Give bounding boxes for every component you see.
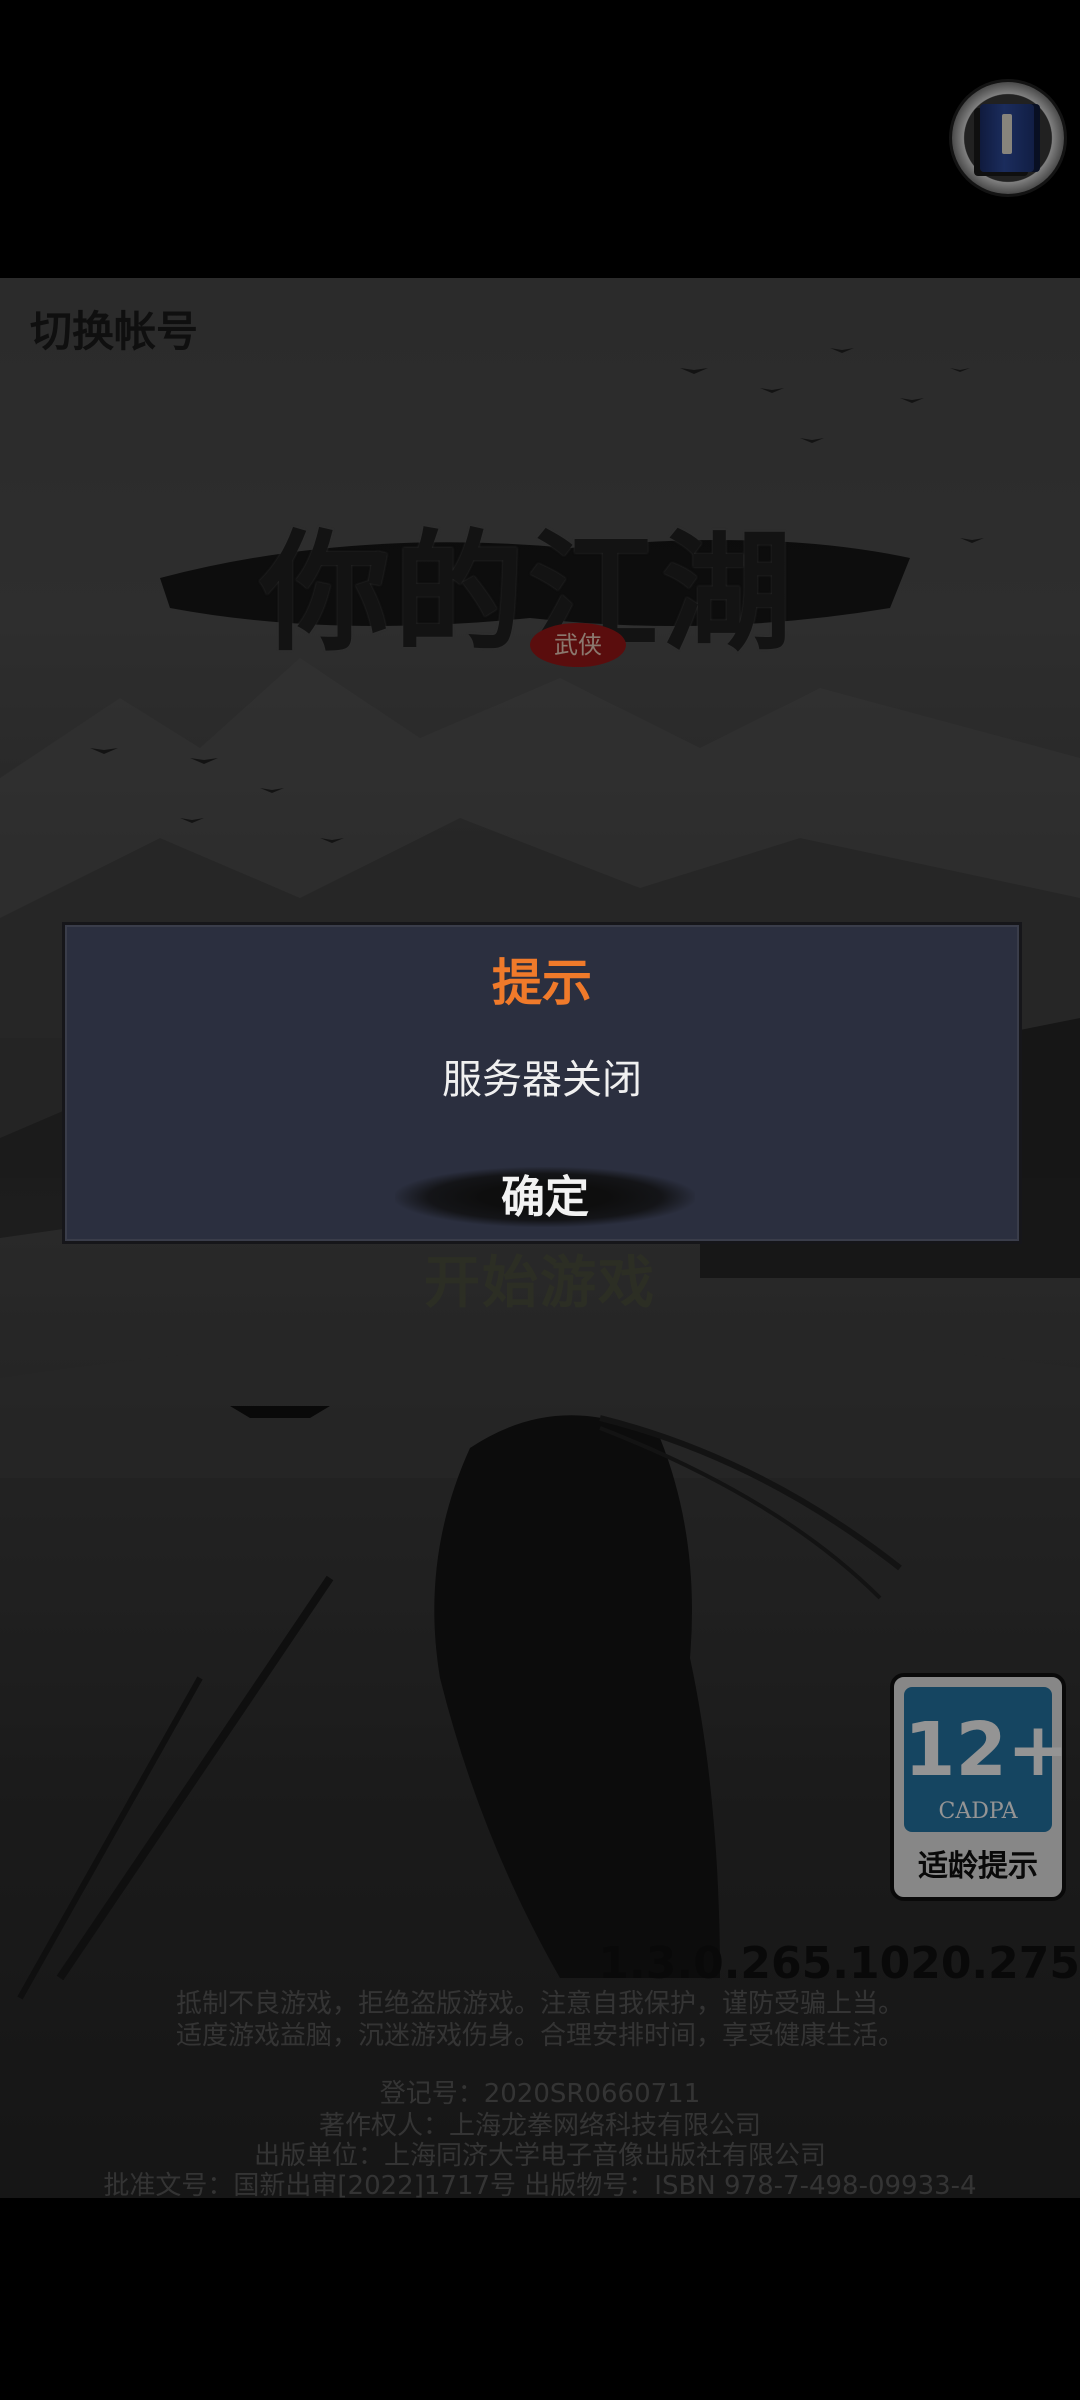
start-game-button[interactable]: 开始游戏 (0, 1238, 1080, 1319)
logo-title: 你的江湖 (260, 516, 797, 669)
confirm-button[interactable]: 确定 (395, 1167, 695, 1227)
book-icon[interactable] (952, 82, 1064, 194)
copyright-holder: 著作权人：上海龙拳网络科技有限公司 (318, 2111, 761, 2141)
anti-addiction-line-2: 适度游戏益脑，沉迷游戏伤身。合理安排时间，享受健康生活。 (175, 2021, 904, 2051)
logo-seal: 武侠 (530, 623, 626, 667)
dialog-message: 服务器关闭 (442, 1057, 642, 1103)
publisher: 出版单位：上海同济大学电子音像出版社有限公司 (253, 2141, 826, 2171)
dialog-title: 提示 (492, 954, 592, 1012)
bottom-bar (0, 2198, 1080, 2400)
age-rating-label: 适龄提示 (918, 1849, 1038, 1884)
version-label: 1.3.0.265.1020.275 (598, 1938, 1080, 1989)
switch-account-button[interactable]: 切换帐号 (30, 298, 198, 359)
approval-number: 批准文号：国新出审[2022]1717号 出版物号：ISBN 978-7-498… (103, 2171, 977, 2198)
registration-number: 登记号：2020SR0660711 (379, 2079, 701, 2109)
game-logo: 你的江湖 武侠 (150, 468, 930, 688)
top-bar (0, 0, 1080, 278)
alert-dialog: 提示 服务器关闭 确定 (62, 922, 1022, 1244)
age-rating-badge[interactable]: 12+ CADPA 适龄提示 (890, 1673, 1069, 1901)
anti-addiction-line-1: 抵制不良游戏，拒绝盗版游戏。注意自我保护，谨防受骗上当。 (175, 1989, 904, 2019)
age-rating-number: 12+ (904, 1707, 1069, 1793)
age-rating-org: CADPA (938, 1799, 1018, 1824)
